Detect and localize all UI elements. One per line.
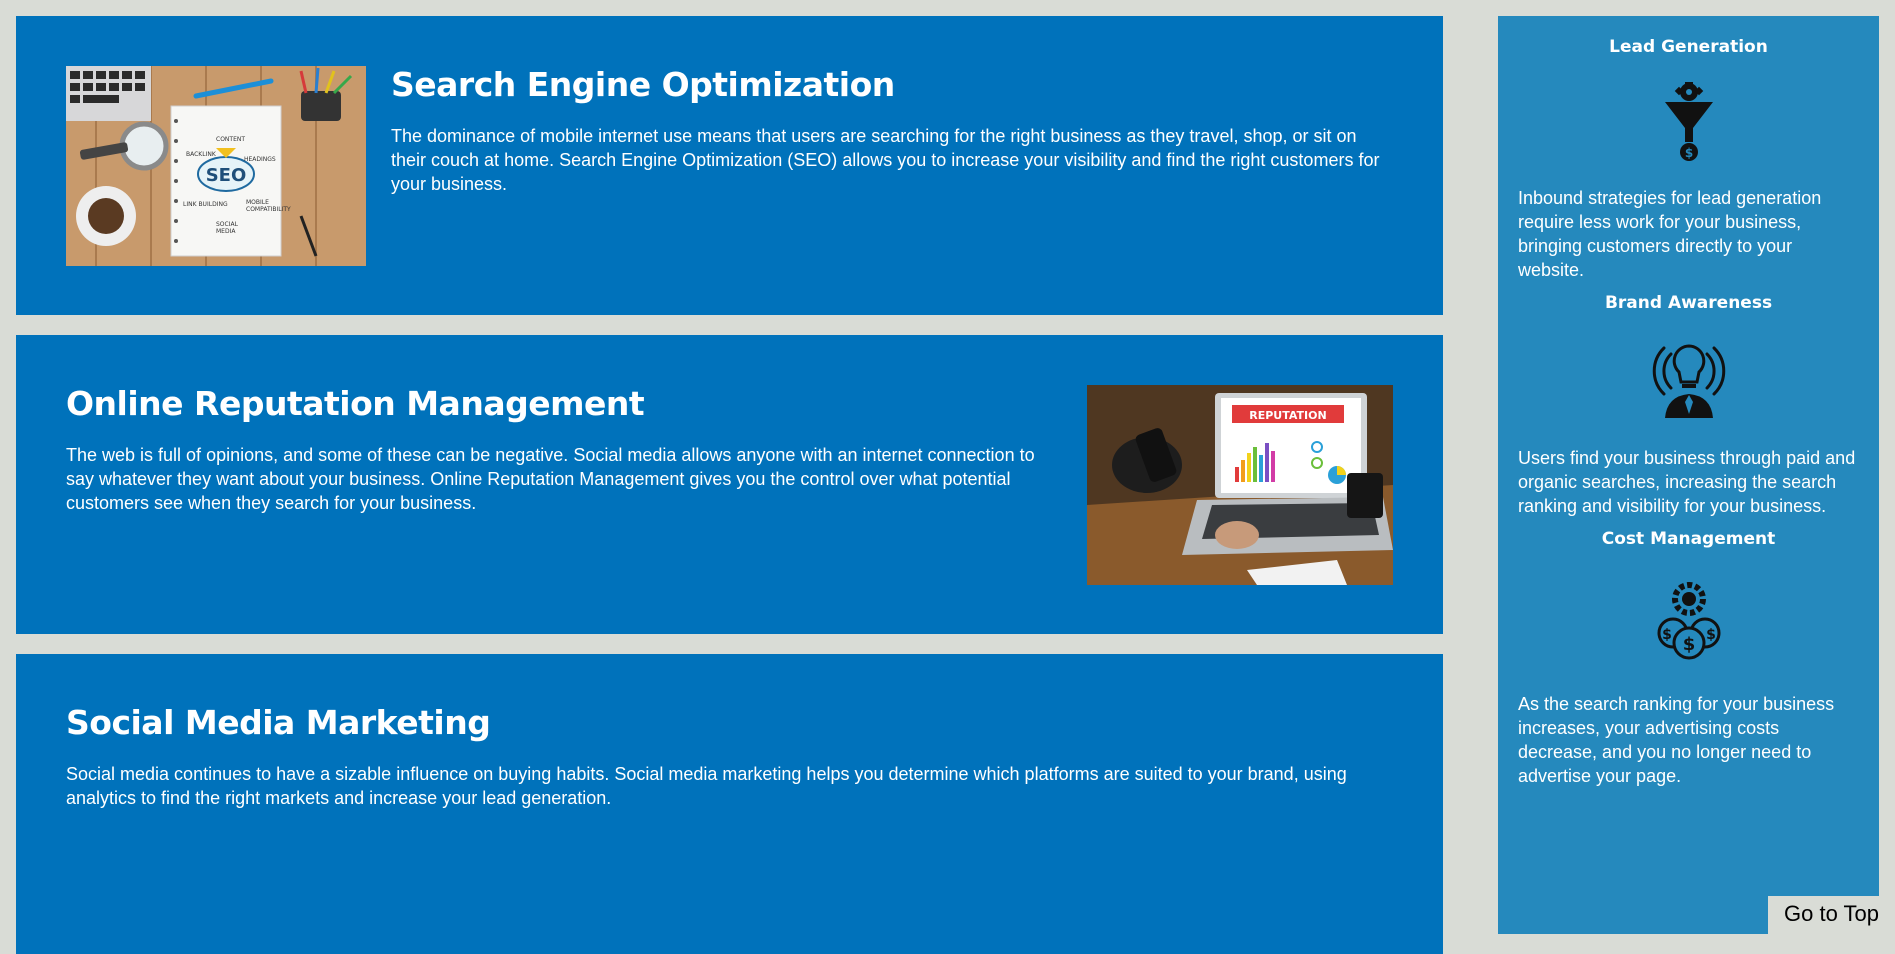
benefit-cost-management: Cost Management $ $ $ As the search rank… [1518,528,1859,788]
online-reputation-management-section: REPUTATION Online Reputation Management … [16,335,1443,634]
benefit-title: Brand Awareness [1604,293,1773,313]
benefit-lead-generation: Lead Generation $ Inbound strategies for… [1518,36,1859,282]
benefit-title: Lead Generation [1609,37,1768,57]
svg-text:COMPATIBILITY: COMPATIBILITY [246,206,291,213]
service-title: Social Media Marketing [66,703,491,742]
reputation-screen-label: REPUTATION [1249,409,1326,422]
svg-text:MEDIA: MEDIA [216,228,236,235]
lead-generation-funnel-icon: $ [1664,82,1713,161]
svg-text:MOBILE: MOBILE [246,199,269,206]
svg-text:BACKLINK: BACKLINK [186,151,217,158]
svg-text:$: $ [1684,146,1692,160]
go-to-top-link[interactable]: Go to Top [1768,896,1895,934]
svg-text:CONTENT: CONTENT [216,136,245,143]
cost-management-coins-icon: $ $ $ [1657,582,1720,660]
search-engine-optimization-section: SEO BACKLINK CONTENT HEADINGS LINK BUILD… [16,16,1443,315]
svg-text:$: $ [1662,627,1672,643]
svg-text:SOCIAL: SOCIAL [216,221,239,228]
seo-notebook-desk-image: SEO BACKLINK CONTENT HEADINGS LINK BUILD… [66,66,366,266]
benefit-description: As the search ranking for your business … [1518,694,1835,786]
svg-text:HEADINGS: HEADINGS [244,156,276,163]
svg-text:$: $ [1706,627,1716,643]
benefit-description: Inbound strategies for lead generation r… [1518,188,1822,280]
svg-text:$: $ [1682,634,1695,655]
svg-text:LINK BUILDING: LINK BUILDING [183,201,228,208]
social-media-marketing-section: Social Media Marketing Social media cont… [16,654,1443,954]
svg-text:SEO: SEO [206,165,247,186]
benefit-title: Cost Management [1601,529,1776,549]
brand-awareness-lightbulb-icon [1652,344,1725,418]
benefit-brand-awareness: Brand Awareness Users find your business… [1518,292,1859,518]
reputation-laptop-image: REPUTATION [1087,385,1393,585]
service-description: Social media continues to have a sizable… [66,763,1347,808]
benefits-sidebar: Lead Generation $ Inbound strategies for… [1498,16,1879,934]
benefit-description: Users find your business through paid an… [1518,448,1856,516]
content-column: SEO BACKLINK CONTENT HEADINGS LINK BUILD… [16,16,1443,954]
